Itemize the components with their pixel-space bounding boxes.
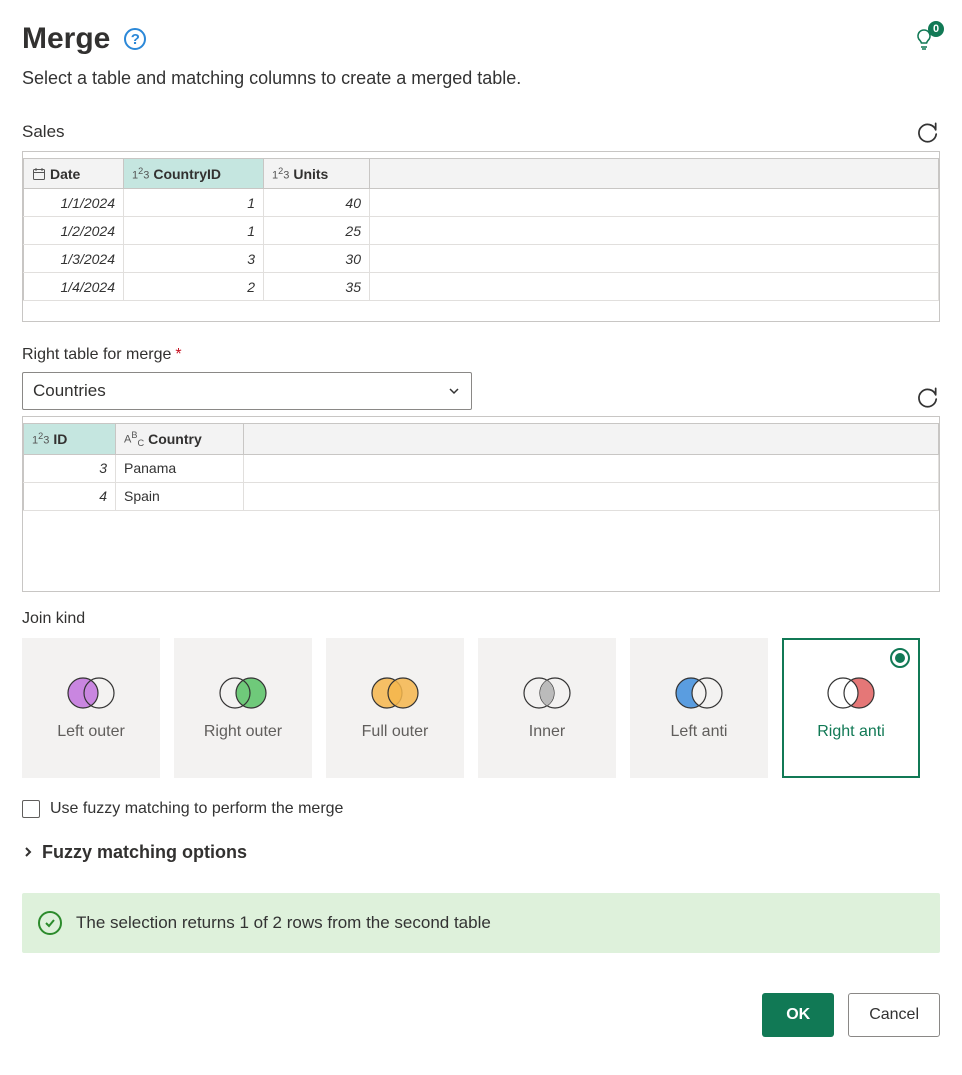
venn-left-outer-icon	[63, 675, 119, 711]
table-row[interactable]: 3Panama	[24, 454, 939, 482]
date-type-icon	[32, 167, 46, 181]
table-row[interactable]: 1/1/2024140	[24, 189, 939, 217]
countries-table: 123 ID ABC Country 3Panama 4Spain	[23, 423, 939, 511]
refresh-icon[interactable]	[914, 384, 940, 410]
col-header-country[interactable]: ABC Country	[116, 424, 244, 455]
table-header-row: Date 123 CountryID 123 Units	[24, 159, 939, 189]
join-right-outer[interactable]: Right outer	[174, 638, 312, 778]
join-inner[interactable]: Inner	[478, 638, 616, 778]
number-type-icon: 123	[132, 166, 149, 182]
sales-table: Date 123 CountryID 123 Units 1/1/2024140…	[23, 158, 939, 301]
selected-radio-icon	[890, 648, 910, 668]
left-table-name: Sales	[22, 122, 65, 142]
col-header-units[interactable]: 123 Units	[264, 159, 370, 189]
col-header-date[interactable]: Date	[24, 159, 124, 189]
tips-icon[interactable]: 0	[912, 25, 940, 53]
venn-right-anti-icon	[823, 675, 879, 711]
venn-full-outer-icon	[367, 675, 423, 711]
table-header-row: 123 ID ABC Country	[24, 424, 939, 455]
tips-badge: 0	[928, 21, 944, 37]
col-header-empty	[370, 159, 939, 189]
col-header-empty	[244, 424, 939, 455]
text-type-icon: ABC	[124, 430, 144, 448]
venn-left-anti-icon	[671, 675, 727, 711]
join-left-outer[interactable]: Left outer	[22, 638, 160, 778]
col-header-countryid[interactable]: 123 CountryID	[124, 159, 264, 189]
join-full-outer[interactable]: Full outer	[326, 638, 464, 778]
col-header-id[interactable]: 123 ID	[24, 424, 116, 455]
join-left-anti[interactable]: Left anti	[630, 638, 768, 778]
status-message-bar: The selection returns 1 of 2 rows from t…	[22, 893, 940, 953]
number-type-icon: 123	[272, 166, 289, 182]
chevron-right-icon	[22, 846, 34, 858]
right-table-field-label: Right table for merge*	[22, 346, 940, 364]
venn-right-outer-icon	[215, 675, 271, 711]
right-table-dropdown[interactable]: Countries	[22, 372, 472, 410]
chevron-down-icon	[447, 384, 461, 398]
refresh-icon[interactable]	[914, 119, 940, 145]
fuzzy-matching-checkbox[interactable]	[22, 800, 40, 818]
join-kind-label: Join kind	[22, 610, 940, 628]
venn-inner-icon	[519, 675, 575, 711]
subtitle: Select a table and matching columns to c…	[22, 68, 940, 89]
page-title: Merge	[22, 22, 110, 56]
table-row[interactable]: 1/4/2024235	[24, 273, 939, 301]
number-type-icon: 123	[32, 431, 49, 447]
fuzzy-matching-label: Use fuzzy matching to perform the merge	[50, 800, 343, 818]
join-kind-group: Left outer Right outer Full outer Inner	[22, 638, 940, 778]
help-icon[interactable]: ?	[124, 28, 146, 50]
fuzzy-options-toggle[interactable]: Fuzzy matching options	[22, 842, 940, 863]
ok-button[interactable]: OK	[762, 993, 834, 1037]
table-row[interactable]: 1/3/2024330	[24, 245, 939, 273]
success-check-icon	[38, 911, 62, 935]
join-right-anti[interactable]: Right anti	[782, 638, 920, 778]
cancel-button[interactable]: Cancel	[848, 993, 940, 1037]
table-row[interactable]: 1/2/2024125	[24, 217, 939, 245]
table-row[interactable]: 4Spain	[24, 482, 939, 510]
